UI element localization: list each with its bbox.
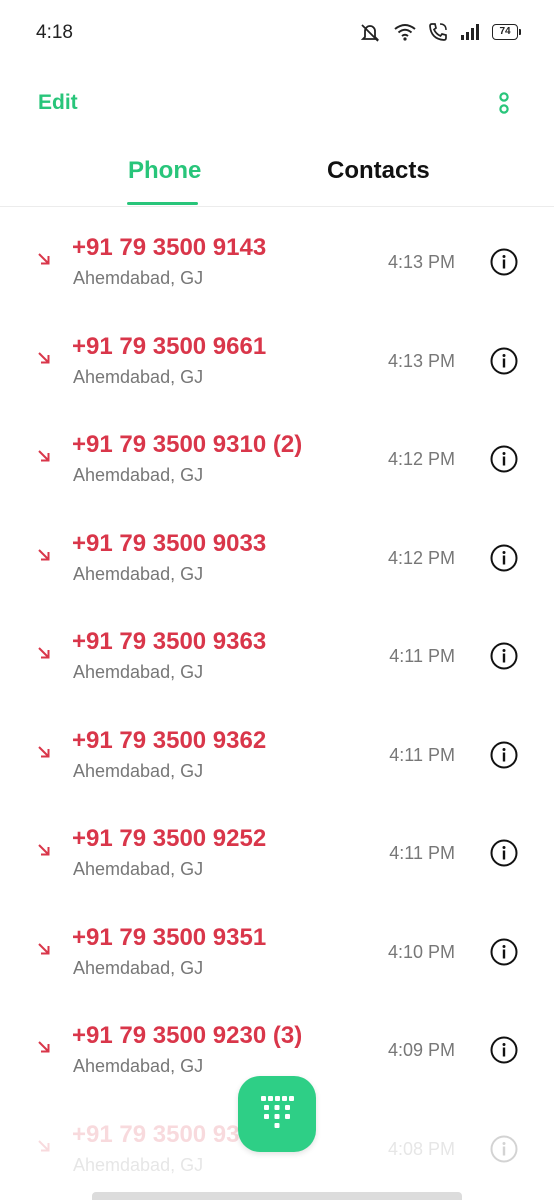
call-location: Ahemdabad, GJ (73, 1056, 204, 1076)
call-log-row[interactable]: +91 79 3500 9143 Ahemdabad, GJ 4:13 PM (0, 207, 554, 306)
info-icon[interactable] (490, 642, 518, 670)
tab-active-indicator (127, 202, 198, 205)
tab-contacts[interactable]: Contacts (327, 157, 430, 185)
status-icons: 74 (358, 22, 521, 42)
call-time: 4:11 PM (389, 744, 455, 765)
mute-bell-icon (360, 24, 380, 42)
info-icon[interactable] (490, 347, 518, 375)
more-options-icon (499, 92, 509, 114)
missed-call-arrow-icon (38, 844, 50, 856)
call-time: 4:13 PM (387, 350, 455, 371)
wifi-calling-icon (429, 23, 447, 41)
call-number: +91 79 3500 9143 (72, 234, 267, 261)
call-number: +91 79 3500 9310 (2) (72, 431, 303, 458)
call-time: 4:09 PM (387, 1040, 455, 1060)
call-time: 4:11 PM (389, 646, 455, 666)
call-location: Ahemdabad, GJ (73, 1154, 204, 1175)
missed-call-arrow-icon (38, 450, 50, 462)
info-icon[interactable] (490, 1135, 518, 1163)
call-location: Ahemdabad, GJ (73, 563, 204, 584)
call-number: +91 79 3500 9230 (3) (72, 1022, 303, 1049)
call-location: Ahemdabad, GJ (73, 760, 204, 781)
info-icon[interactable] (490, 938, 518, 966)
missed-call-arrow-icon (38, 647, 50, 659)
call-number: +91 79 3500 9362 (72, 726, 267, 754)
call-number: +91 79 3500 9252 (72, 825, 267, 852)
call-log-row[interactable]: +91 79 3500 9363 Ahemdabad, GJ 4:11 PM (0, 601, 554, 700)
tab-bar: Phone Contacts (0, 140, 554, 207)
info-icon[interactable] (490, 248, 518, 276)
battery-icon: 74 (492, 24, 521, 40)
call-log-row[interactable]: +91 79 3500 9310 (2) Ahemdabad, GJ 4:12 … (0, 404, 554, 503)
call-time: 4:13 PM (387, 252, 455, 272)
call-number: +91 79 3500 9033 (72, 529, 267, 557)
missed-call-arrow-icon (38, 1139, 50, 1151)
missed-call-arrow-icon (38, 1041, 50, 1053)
missed-call-arrow-icon (38, 548, 50, 560)
call-log-row[interactable]: +91 79 3500 9351 Ahemdabad, GJ 4:10 PM (0, 897, 554, 996)
call-number: +91 79 3500 9661 (72, 332, 267, 360)
top-bar: Edit (0, 70, 554, 140)
missed-call-arrow-icon (38, 745, 50, 757)
missed-call-arrow-icon (38, 351, 50, 363)
call-location: Ahemdabad, GJ (73, 366, 204, 387)
call-log-row[interactable]: +91 79 3500 9252 Ahemdabad, GJ 4:11 PM (0, 798, 554, 897)
bottom-navigation-bar (92, 1192, 462, 1200)
edit-button[interactable]: Edit (38, 91, 78, 115)
missed-call-arrow-icon (38, 253, 50, 265)
info-icon[interactable] (490, 1036, 518, 1064)
call-time: 4:12 PM (387, 547, 455, 568)
call-number: +91 79 3500 9363 (72, 628, 267, 655)
call-log-list: +91 79 3500 9143 Ahemdabad, GJ 4:13 PM +… (0, 207, 554, 1192)
more-options-button[interactable] (492, 90, 516, 118)
call-location: Ahemdabad, GJ (73, 268, 204, 288)
call-log-row[interactable]: +91 79 3500 9033 Ahemdabad, GJ 4:12 PM (0, 503, 554, 602)
call-location: Ahemdabad, GJ (73, 957, 204, 978)
info-icon[interactable] (490, 445, 518, 473)
tab-phone[interactable]: Phone (128, 157, 201, 185)
wifi-icon (394, 24, 416, 41)
call-location: Ahemdabad, GJ (73, 662, 204, 682)
call-location: Ahemdabad, GJ (73, 859, 204, 879)
call-log-row[interactable]: +91 79 3500 9661 Ahemdabad, GJ 4:13 PM (0, 306, 554, 405)
call-number: +91 79 3500 9351 (72, 923, 267, 951)
call-time: 4:10 PM (387, 941, 455, 962)
info-icon[interactable] (490, 839, 518, 867)
info-icon[interactable] (490, 741, 518, 769)
info-icon[interactable] (490, 544, 518, 572)
signal-icon (461, 24, 479, 40)
missed-call-arrow-icon (38, 942, 50, 954)
call-location: Ahemdabad, GJ (73, 465, 204, 485)
call-number: +91 79 3500 93 (72, 1120, 240, 1148)
call-log-row[interactable]: +91 79 3500 9362 Ahemdabad, GJ 4:11 PM (0, 700, 554, 799)
call-time: 4:08 PM (387, 1138, 455, 1159)
status-bar: 4:18 74 (0, 0, 554, 70)
dialpad-icon (261, 1096, 294, 1128)
status-time: 4:18 (36, 22, 73, 43)
call-time: 4:12 PM (387, 449, 455, 469)
dialpad-button[interactable] (238, 1076, 316, 1152)
call-time: 4:11 PM (389, 843, 455, 863)
